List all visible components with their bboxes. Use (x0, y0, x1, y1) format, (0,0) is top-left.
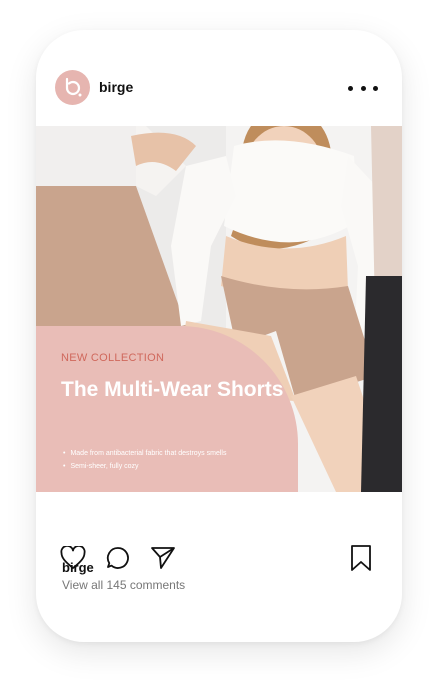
post-header: birge (36, 30, 402, 126)
footer-username[interactable]: birge (62, 560, 94, 575)
send-icon[interactable] (150, 546, 176, 570)
more-options-button[interactable] (348, 78, 378, 98)
promo-bullet: Semi-sheer, fully cozy (63, 460, 226, 473)
comment-icon[interactable] (106, 546, 130, 570)
promo-tag: NEW COLLECTION (61, 352, 165, 364)
promo-bullets: Made from antibacterial fabric that dest… (63, 447, 226, 473)
birge-logo-icon (65, 77, 81, 96)
post-image[interactable]: NEW COLLECTION The Multi-Wear Shorts Mad… (36, 126, 402, 492)
promo-headline: The Multi-Wear Shorts (61, 378, 284, 401)
post-actions-bar (36, 492, 402, 571)
instagram-post-card: birge NEW COLLECTION The Multi-Wear Shor… (36, 30, 402, 642)
promo-bullet: Made from antibacterial fabric that dest… (63, 447, 226, 460)
bookmark-icon[interactable] (350, 544, 372, 572)
view-comments-link[interactable]: View all 145 comments (62, 578, 185, 592)
more-dots-icon (348, 85, 353, 91)
post-username[interactable]: birge (99, 79, 133, 95)
avatar[interactable] (55, 70, 90, 105)
